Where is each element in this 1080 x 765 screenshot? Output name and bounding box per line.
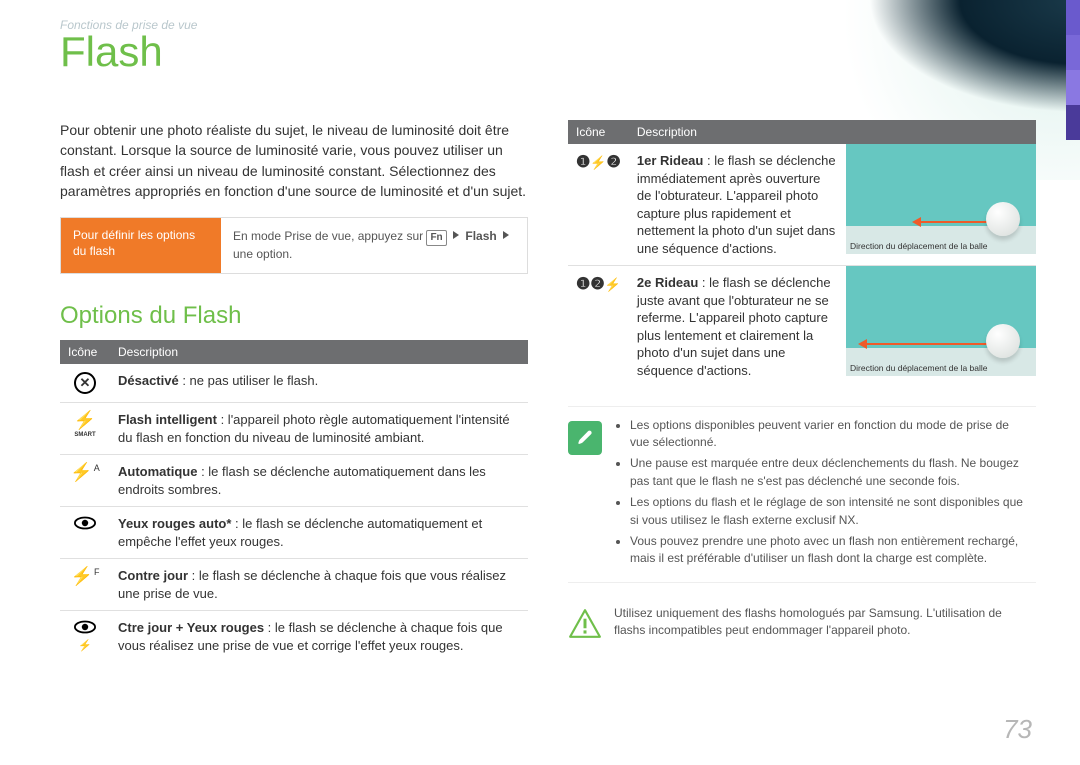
page-title: Flash [60, 28, 163, 76]
opt-rest: : le flash se déclenche immédiatement ap… [637, 153, 836, 256]
arrow-right-icon [453, 231, 459, 239]
warning-box: Utilisez uniquement des flashs homologué… [568, 595, 1036, 651]
define-options-box: Pour définir les options du flash En mod… [60, 217, 528, 274]
side-tab-strip [1066, 0, 1080, 140]
define-body-suffix: une option. [233, 247, 292, 261]
list-item: Une pause est marquée entre deux déclenc… [630, 455, 1030, 490]
intro-paragraph: Pour obtenir une photo réaliste du sujet… [60, 120, 528, 201]
first-curtain-icon: ❶⚡❷ [576, 154, 621, 171]
opt-title: Flash intelligent [118, 412, 217, 427]
flash-off-icon: ✕ [74, 372, 96, 394]
table-row: ⚡F Contre jour : le flash se déclenche à… [60, 559, 528, 611]
opt-title: 1er Rideau [637, 153, 703, 168]
smart-text: SMART [68, 431, 102, 439]
thumb-caption: Direction du déplacement de la balle [850, 363, 1032, 374]
opt-title: Désactivé [118, 373, 179, 388]
second-curtain-icon: ❶❷⚡ [576, 276, 621, 293]
opt-title: Ctre jour + Yeux rouges [118, 620, 264, 635]
second-curtain-thumb: Direction du déplacement de la balle [846, 266, 1036, 376]
opt-title: Yeux rouges auto* [118, 516, 231, 531]
define-options-body: En mode Prise de vue, appuyez sur Fn Fla… [221, 218, 527, 273]
left-column: Pour obtenir une photo réaliste du sujet… [60, 120, 528, 671]
table-row: ⚡ Ctre jour + Yeux rouges : le flash se … [60, 611, 528, 671]
flash-options-table-left: Icône Description ✕ Désactivé : ne pas u… [60, 340, 528, 671]
define-options-label: Pour définir les options du flash [61, 218, 221, 273]
notes-box: Les options disponibles peuvent varier e… [568, 406, 1036, 583]
th-desc: Description [110, 340, 528, 364]
table-row: ✕ Désactivé : ne pas utiliser le flash. [60, 364, 528, 403]
flash-options-table-right: Icône Description ❶⚡❷ 1er Rideau : le fl… [568, 120, 1036, 388]
list-item: Les options du flash et le réglage de so… [630, 494, 1030, 529]
thumb-caption: Direction du déplacement de la balle [850, 241, 1032, 252]
define-flash-word: Flash [465, 229, 496, 243]
table-row: ❶⚡❷ 1er Rideau : le flash se déclenche i… [568, 144, 1036, 266]
define-body-prefix: En mode Prise de vue, appuyez sur [233, 229, 426, 243]
fn-key-icon: Fn [426, 230, 446, 246]
first-curtain-thumb: Direction du déplacement de la balle [846, 144, 1036, 254]
page-number: 73 [1003, 714, 1032, 745]
table-row: Yeux rouges auto* : le flash se déclench… [60, 507, 528, 559]
opt-rest: : ne pas utiliser le flash. [179, 373, 318, 388]
warning-text: Utilisez uniquement des flashs homologué… [614, 605, 1030, 641]
flash-smart-icon: ⚡ [74, 411, 96, 429]
list-item: Les options disponibles peuvent varier e… [630, 417, 1030, 452]
th-icon: Icône [60, 340, 110, 364]
table-row: ❶❷⚡ 2e Rideau : le flash se déclenche ju… [568, 266, 1036, 388]
right-column: Icône Description ❶⚡❷ 1er Rideau : le fl… [568, 120, 1036, 671]
subheading-options: Options du Flash [60, 302, 528, 330]
th-desc: Description [629, 120, 1036, 144]
flash-auto-icon: ⚡A [70, 463, 99, 481]
opt-title: Automatique [118, 464, 197, 479]
notes-list: Les options disponibles peuvent varier e… [614, 417, 1030, 572]
opt-title: Contre jour [118, 568, 188, 583]
warning-icon [568, 607, 602, 641]
note-icon [568, 421, 602, 455]
flash-fill-icon: ⚡F [71, 567, 100, 585]
flash-fill-redeye-icon [74, 620, 96, 634]
opt-title: 2e Rideau [637, 275, 698, 290]
arrow-right-icon [503, 231, 509, 239]
th-icon: Icône [568, 120, 629, 144]
opt-rest: : le flash se déclenche juste avant que … [637, 275, 831, 378]
flash-redeye-auto-icon [74, 516, 96, 530]
table-row: ⚡ SMART Flash intelligent : l'appareil p… [60, 402, 528, 454]
list-item: Vous pouvez prendre une photo avec un fl… [630, 533, 1030, 568]
table-row: ⚡A Automatique : le flash se déclenche a… [60, 455, 528, 507]
